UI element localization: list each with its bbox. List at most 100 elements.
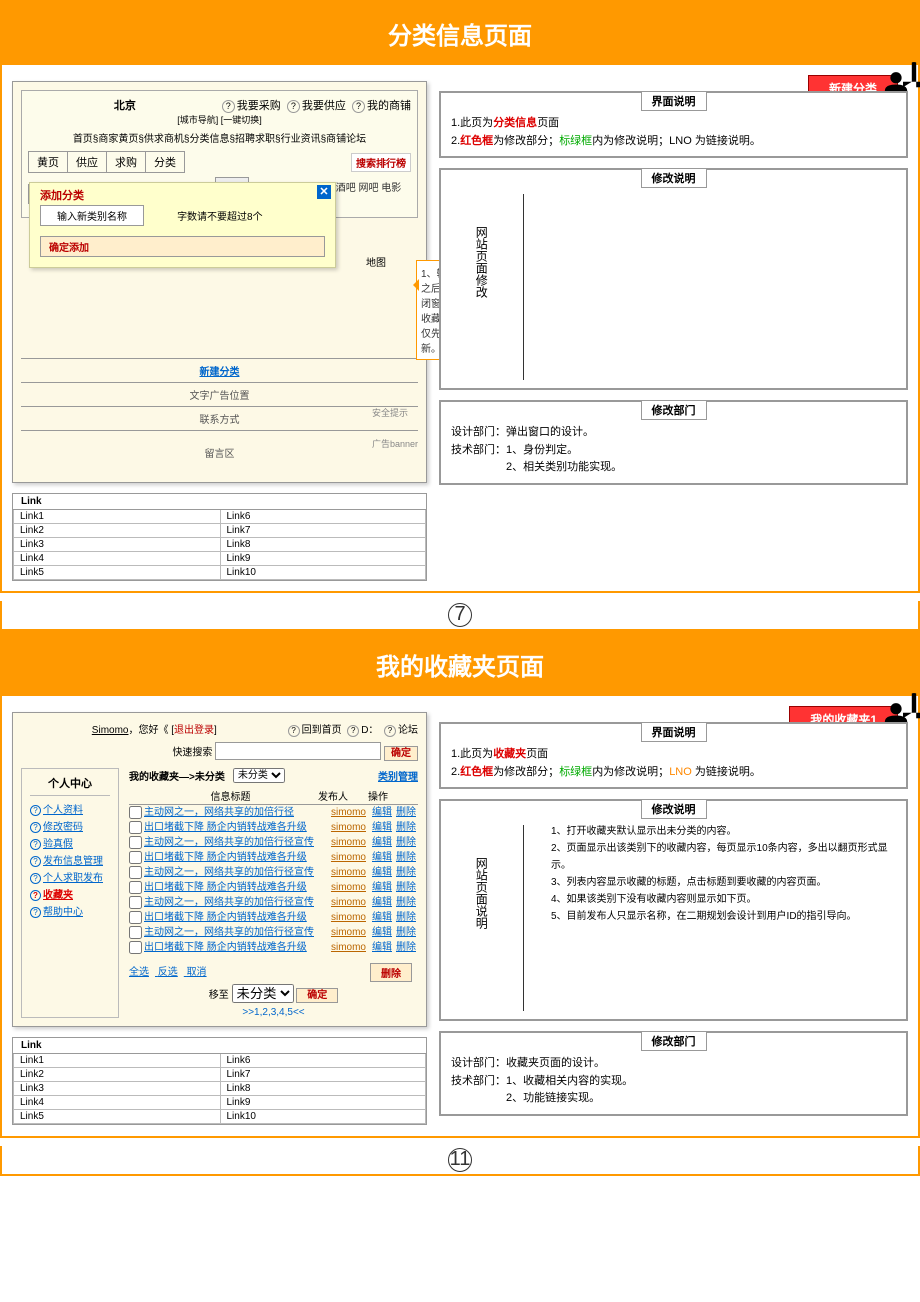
delete-link[interactable]: 删除 (396, 822, 416, 833)
pagination[interactable]: >>1,2,3,4,5<< (129, 1007, 418, 1018)
delete-link[interactable]: 删除 (396, 912, 416, 923)
row-checkbox[interactable] (129, 806, 142, 819)
sidebar-link[interactable]: ?修改密码 (30, 819, 110, 836)
sidebar-link[interactable]: ?收藏夹 (30, 887, 110, 904)
link-item[interactable]: Link1 (13, 1054, 220, 1068)
logout-link[interactable]: 退出登录 (174, 725, 214, 736)
link-item[interactable]: Link8 (220, 1082, 427, 1096)
delete-button[interactable]: 删除 (370, 963, 412, 982)
link-item[interactable]: Link9 (220, 552, 427, 566)
link-item[interactable]: Link5 (13, 1110, 220, 1124)
link-item[interactable]: Link6 (220, 1054, 427, 1068)
edit-link[interactable]: 编辑 (372, 912, 392, 923)
row-user[interactable]: simomo (331, 910, 366, 925)
link-item[interactable]: Link1 (13, 510, 220, 524)
edit-link[interactable]: 编辑 (372, 882, 392, 893)
select-cancel[interactable]: 取消 (187, 967, 207, 978)
move-confirm-button[interactable]: 确定 (296, 988, 338, 1003)
delete-link[interactable]: 删除 (396, 942, 416, 953)
row-user[interactable]: simomo (331, 850, 366, 865)
row-checkbox[interactable] (129, 836, 142, 849)
category-name-input[interactable]: 输入新类别名称 (40, 205, 144, 226)
row-checkbox[interactable] (129, 911, 142, 924)
link-item[interactable]: Link8 (220, 538, 427, 552)
tab-category[interactable]: 分类 (145, 151, 185, 173)
row-user[interactable]: simomo (331, 835, 366, 850)
row-checkbox[interactable] (129, 821, 142, 834)
sidebar-link[interactable]: ?验真假 (30, 836, 110, 853)
link-item[interactable]: Link10 (220, 1110, 427, 1124)
link-item[interactable]: Link5 (13, 566, 220, 580)
help-icon[interactable]: ? (287, 100, 300, 113)
delete-link[interactable]: 删除 (396, 897, 416, 908)
sidebar-link[interactable]: ?帮助中心 (30, 904, 110, 921)
link-item[interactable]: Link9 (220, 1096, 427, 1110)
row-title[interactable]: 主动网之一，网络共享的加倍行径宣传 (144, 865, 327, 880)
edit-link[interactable]: 编辑 (372, 927, 392, 938)
row-title[interactable]: 出口堵截下降 肠企内销转战难各升级 (144, 940, 327, 955)
row-checkbox[interactable] (129, 896, 142, 909)
row-user[interactable]: simomo (331, 805, 366, 820)
link-item[interactable]: Link4 (13, 552, 220, 566)
edit-link[interactable]: 编辑 (372, 837, 392, 848)
link-item[interactable]: Link6 (220, 510, 427, 524)
delete-link[interactable]: 删除 (396, 927, 416, 938)
help-icon[interactable]: ? (352, 100, 365, 113)
main-nav[interactable]: 首页§商家黄页§供求商机§分类信息§招聘求职§行业资讯§商铺论坛 (28, 130, 411, 145)
link-item[interactable]: Link2 (13, 1068, 220, 1082)
delete-link[interactable]: 删除 (396, 867, 416, 878)
tab-yellowpage[interactable]: 黄页 (28, 151, 68, 173)
sidebar-link[interactable]: ?个人求职发布 (30, 870, 110, 887)
link-item[interactable]: Link3 (13, 538, 220, 552)
edit-link[interactable]: 编辑 (372, 807, 392, 818)
link-item[interactable]: Link3 (13, 1082, 220, 1096)
link-item[interactable]: Link7 (220, 1068, 427, 1082)
delete-link[interactable]: 删除 (396, 837, 416, 848)
sidebar-link[interactable]: ?发布信息管理 (30, 853, 110, 870)
select-invert[interactable]: 反选 (158, 967, 178, 978)
row-title[interactable]: 主动网之一，网络共享的加倍行径宣传 (144, 835, 327, 850)
row-title[interactable]: 主动网之一，网络共享的加倍行径 (144, 805, 327, 820)
row-title[interactable]: 主动网之一，网络共享的加倍行径宣传 (144, 925, 327, 940)
row-user[interactable]: simomo (331, 880, 366, 895)
tab-supply[interactable]: 供应 (67, 151, 107, 173)
help-icon[interactable]: ? (222, 100, 235, 113)
delete-link[interactable]: 删除 (396, 882, 416, 893)
tab-purchase[interactable]: 求购 (106, 151, 146, 173)
row-checkbox[interactable] (129, 881, 142, 894)
row-title[interactable]: 主动网之一，网络共享的加倍行径宣传 (144, 895, 327, 910)
row-title[interactable]: 出口堵截下降 肠企内销转战难各升级 (144, 820, 327, 835)
select-all[interactable]: 全选 (129, 967, 149, 978)
quick-search-input[interactable] (215, 742, 381, 760)
row-checkbox[interactable] (129, 941, 142, 954)
row-user[interactable]: simomo (331, 820, 366, 835)
confirm-add-button[interactable]: 确定添加 (40, 236, 325, 257)
close-icon[interactable]: ✕ (317, 185, 331, 199)
row-user[interactable]: simomo (331, 925, 366, 940)
category-manage-link[interactable]: 类别管理 (378, 768, 418, 783)
edit-link[interactable]: 编辑 (372, 867, 392, 878)
move-select[interactable]: 未分类 (232, 984, 294, 1003)
row-user[interactable]: simomo (331, 865, 366, 880)
quick-search-button[interactable]: 确定 (384, 746, 418, 761)
row-checkbox[interactable] (129, 851, 142, 864)
edit-link[interactable]: 编辑 (372, 897, 392, 908)
link-item[interactable]: Link4 (13, 1096, 220, 1110)
row-title[interactable]: 出口堵截下降 肠企内销转战难各升级 (144, 850, 327, 865)
row-user[interactable]: simomo (331, 940, 366, 955)
category-select[interactable]: 未分类 (233, 768, 285, 783)
edit-link[interactable]: 编辑 (372, 822, 392, 833)
link-item[interactable]: Link7 (220, 524, 427, 538)
row-checkbox[interactable] (129, 866, 142, 879)
link-item[interactable]: Link2 (13, 524, 220, 538)
row-user[interactable]: simomo (331, 895, 366, 910)
edit-link[interactable]: 编辑 (372, 852, 392, 863)
sidebar-link[interactable]: ?个人资料 (30, 802, 110, 819)
row-title[interactable]: 出口堵截下降 肠企内销转战难各升级 (144, 910, 327, 925)
delete-link[interactable]: 删除 (396, 807, 416, 818)
row-title[interactable]: 出口堵截下降 肠企内销转战难各升级 (144, 880, 327, 895)
delete-link[interactable]: 删除 (396, 852, 416, 863)
edit-link[interactable]: 编辑 (372, 942, 392, 953)
link-item[interactable]: Link10 (220, 566, 427, 580)
row-checkbox[interactable] (129, 926, 142, 939)
